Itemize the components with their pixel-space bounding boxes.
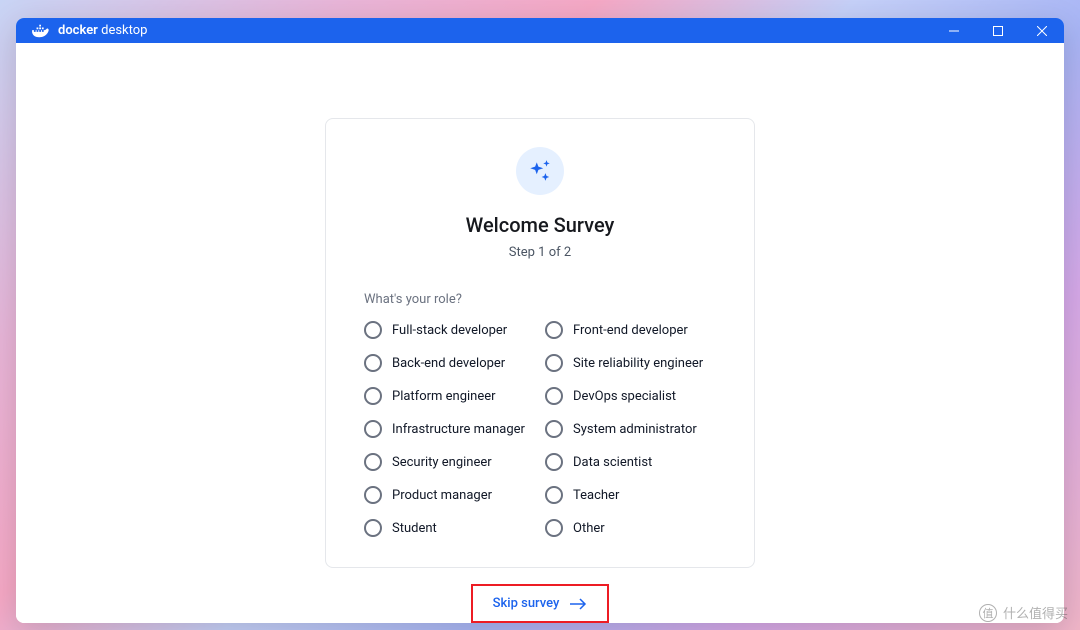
window-controls <box>932 18 1064 43</box>
role-option[interactable]: Full-stack developer <box>364 321 535 339</box>
option-label: Back-end developer <box>392 356 505 371</box>
option-label: Full-stack developer <box>392 323 507 338</box>
role-option[interactable]: Student <box>364 519 535 537</box>
minimize-button[interactable] <box>932 18 976 43</box>
option-label: Infrastructure manager <box>392 422 525 437</box>
watermark: 值 什么值得买 <box>979 603 1068 622</box>
option-label: Platform engineer <box>392 389 496 404</box>
brand: docker desktop <box>30 23 147 39</box>
skip-highlight: Skip survey <box>471 584 610 623</box>
app-window: docker desktop Welcome Sur <box>16 18 1064 623</box>
radio-icon <box>545 387 563 405</box>
skip-label: Skip survey <box>493 596 560 611</box>
survey-title: Welcome Survey <box>466 213 615 237</box>
option-label: Teacher <box>573 488 619 503</box>
option-label: Site reliability engineer <box>573 356 703 371</box>
docker-whale-icon <box>30 23 52 39</box>
radio-icon <box>545 321 563 339</box>
radio-icon <box>364 321 382 339</box>
role-option[interactable]: DevOps specialist <box>545 387 716 405</box>
sparkle-icon <box>527 158 553 184</box>
radio-icon <box>364 519 382 537</box>
survey-step: Step 1 of 2 <box>509 245 571 260</box>
role-option[interactable]: Back-end developer <box>364 354 535 372</box>
radio-icon <box>364 354 382 372</box>
role-option[interactable]: Data scientist <box>545 453 716 471</box>
option-label: Security engineer <box>392 455 492 470</box>
watermark-icon: 值 <box>979 604 997 622</box>
option-label: DevOps specialist <box>573 389 676 404</box>
option-label: System administrator <box>573 422 697 437</box>
role-option[interactable]: Security engineer <box>364 453 535 471</box>
role-option[interactable]: System administrator <box>545 420 716 438</box>
arrow-right-icon <box>569 598 587 610</box>
skip-survey-button[interactable]: Skip survey <box>491 592 590 615</box>
brand-text: docker desktop <box>58 23 147 38</box>
radio-icon <box>545 519 563 537</box>
role-option[interactable]: Infrastructure manager <box>364 420 535 438</box>
role-option[interactable]: Other <box>545 519 716 537</box>
role-option[interactable]: Platform engineer <box>364 387 535 405</box>
option-label: Student <box>392 521 437 536</box>
radio-icon <box>364 486 382 504</box>
maximize-button[interactable] <box>976 18 1020 43</box>
radio-icon <box>545 453 563 471</box>
close-button[interactable] <box>1020 18 1064 43</box>
role-option[interactable]: Front-end developer <box>545 321 716 339</box>
radio-icon <box>545 486 563 504</box>
radio-icon <box>545 354 563 372</box>
options-grid: Full-stack developer Front-end developer… <box>358 321 722 537</box>
survey-question: What's your role? <box>364 292 462 307</box>
titlebar: docker desktop <box>16 18 1064 43</box>
sparkle-badge <box>516 147 564 195</box>
radio-icon <box>364 420 382 438</box>
radio-icon <box>364 453 382 471</box>
content-area: Welcome Survey Step 1 of 2 What's your r… <box>16 43 1064 623</box>
watermark-text: 什么值得买 <box>1003 603 1068 622</box>
option-label: Data scientist <box>573 455 652 470</box>
role-option[interactable]: Product manager <box>364 486 535 504</box>
option-label: Front-end developer <box>573 323 688 338</box>
role-option[interactable]: Teacher <box>545 486 716 504</box>
radio-icon <box>545 420 563 438</box>
survey-card: Welcome Survey Step 1 of 2 What's your r… <box>325 118 755 568</box>
option-label: Product manager <box>392 488 492 503</box>
radio-icon <box>364 387 382 405</box>
role-option[interactable]: Site reliability engineer <box>545 354 716 372</box>
option-label: Other <box>573 521 605 536</box>
